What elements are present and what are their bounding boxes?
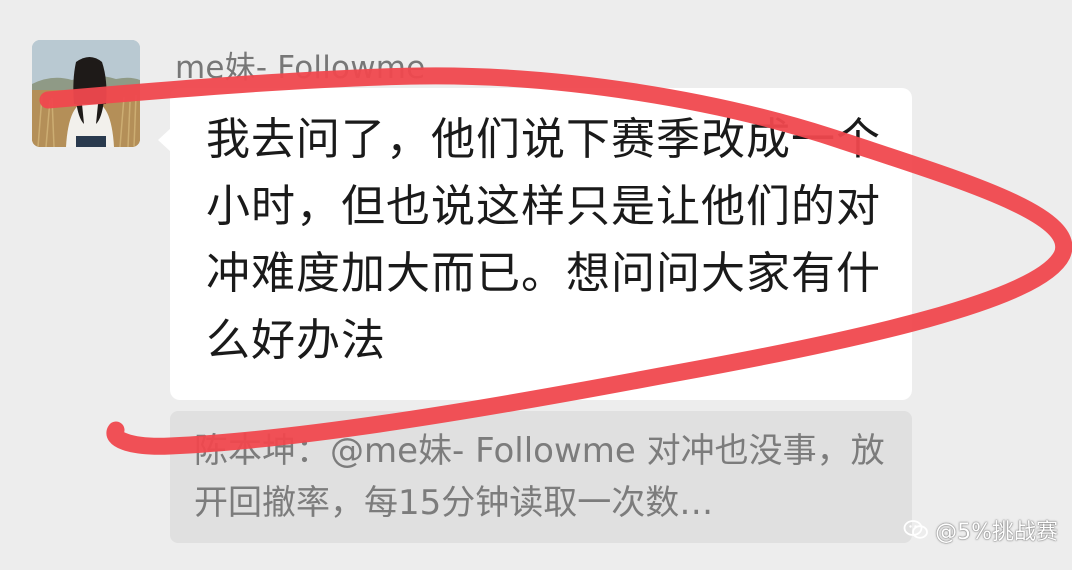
chat-window: me妹- Followme 我去问了，他们说下赛季改成一个小时，但也说这样只是让… [0, 0, 1072, 570]
watermark: @5%挑战赛 [903, 514, 1058, 546]
quoted-reply[interactable]: 陈本坤：@me妹- Followme 对冲也没事，放开回撤率，每15分钟读取一次… [170, 411, 912, 543]
message-bubble[interactable]: 我去问了，他们说下赛季改成一个小时，但也说这样只是让他们的对冲难度加大而已。想问… [158, 88, 912, 400]
message-text: 我去问了，他们说下赛季改成一个小时，但也说这样只是让他们的对冲难度加大而已。想问… [206, 114, 881, 366]
watermark-text: @5%挑战赛 [935, 520, 1058, 545]
avatar-photo-icon [32, 40, 140, 147]
bubble-tail [158, 128, 171, 152]
avatar[interactable] [32, 40, 140, 147]
wechat-icon [903, 517, 929, 543]
quoted-reply-text: 陈本坤：@me妹- Followme 对冲也没事，放开回撤率，每15分钟读取一次… [194, 431, 885, 523]
sender-name: me妹- Followme [175, 50, 426, 86]
